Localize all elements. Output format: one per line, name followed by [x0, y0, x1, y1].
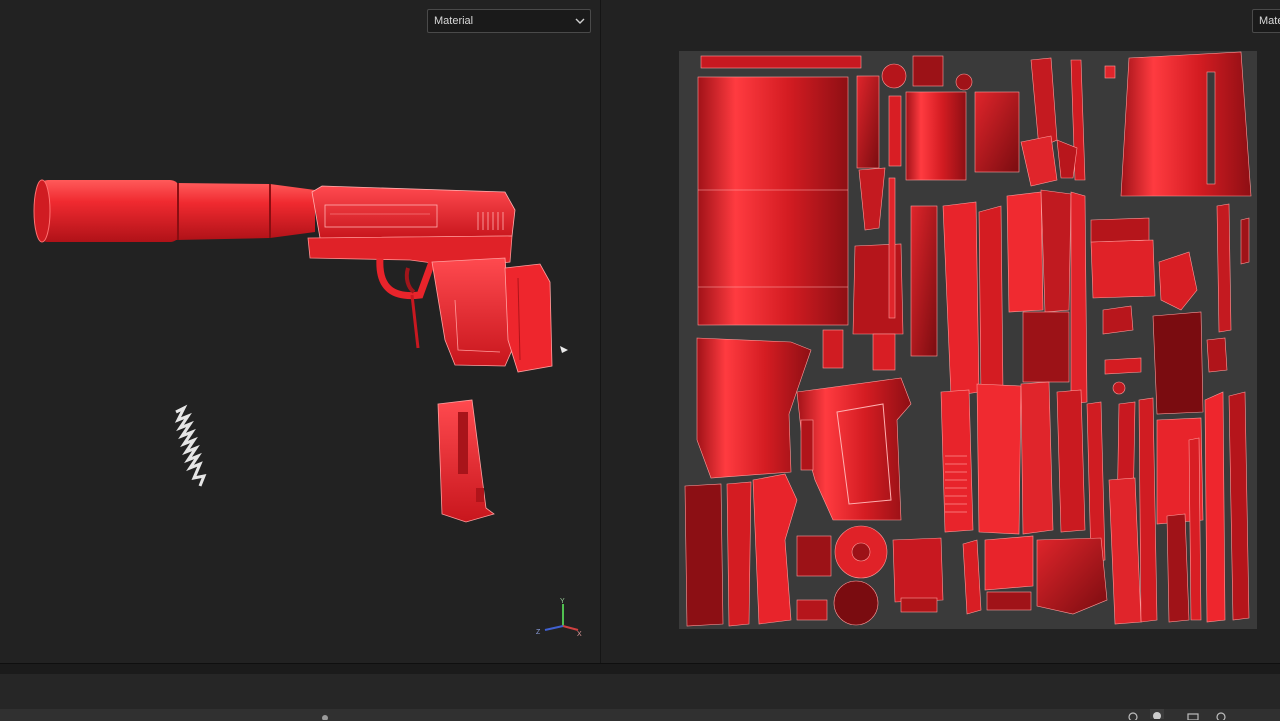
help-icon[interactable] [1214, 710, 1228, 720]
spring [174, 404, 207, 487]
pistol-model-render: Y Z X [33, 179, 582, 638]
axis-gizmo: Y Z X [536, 598, 582, 638]
suppressor [33, 179, 315, 243]
status-bar [0, 709, 1280, 721]
axis-label-y: Y [560, 598, 565, 605]
layout-icon[interactable] [1186, 710, 1200, 720]
axis-label-z: Z [536, 629, 541, 636]
viewport-3d[interactable]: Material Y Z X [0, 0, 600, 663]
marker-icon [318, 710, 332, 720]
view-toggle-icon[interactable] [1150, 709, 1164, 719]
uv-texture-map [679, 51, 1257, 629]
pistol-body [307, 185, 553, 373]
axis-label-x: X [577, 631, 582, 638]
settings-icon[interactable] [1126, 710, 1140, 720]
material-dropdown-uv-label: Mate [1259, 15, 1280, 27]
material-dropdown-3d[interactable]: Material [427, 9, 591, 33]
bottom-panel [0, 663, 1280, 721]
magazine [437, 399, 495, 523]
chevron-down-icon [575, 10, 585, 32]
material-dropdown-uv[interactable]: Mate [1252, 9, 1280, 33]
material-dropdown-label: Material [434, 15, 474, 27]
viewport-uv[interactable]: Mate [601, 0, 1280, 663]
pointer-icon [560, 346, 568, 353]
